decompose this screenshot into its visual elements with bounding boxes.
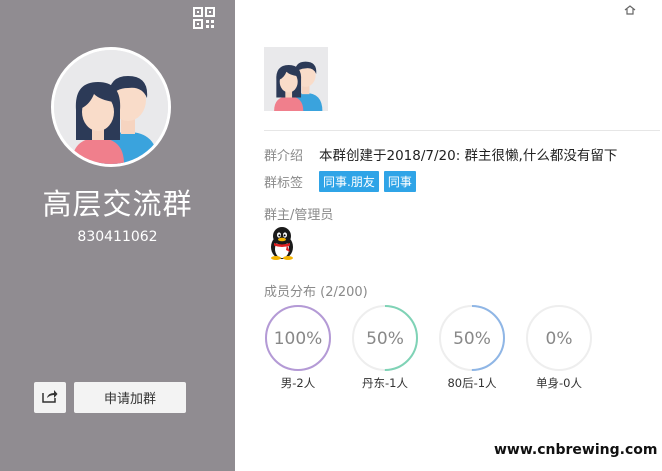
watermark: www.cnbrewing.com (494, 442, 658, 458)
distribution-ring: 50% (351, 304, 419, 372)
group-avatar[interactable] (51, 47, 171, 167)
qq-penguin-icon[interactable] (266, 226, 298, 260)
divider (264, 130, 660, 131)
intro-row: 群介绍 本群创建于2018/7/20: 群主很懒,什么都没有留下 (264, 144, 617, 164)
distribution-ring: 0% (525, 304, 593, 372)
group-id: 830411062 (77, 229, 158, 245)
group-name: 高层交流群 (42, 187, 193, 221)
join-group-button[interactable]: 申请加群 (74, 382, 186, 413)
ring-percent: 50% (366, 329, 404, 349)
ring-label: 丹东-1人 (362, 376, 408, 390)
qr-code-icon[interactable] (193, 7, 215, 29)
share-button[interactable] (34, 382, 66, 413)
ring-label: 单身-0人 (536, 376, 582, 390)
distribution-ring: 50% (438, 304, 506, 372)
distribution-ring: 100% (264, 304, 332, 372)
ring-label: 男-2人 (280, 376, 316, 390)
tag-item[interactable]: 同事.朋友 (319, 171, 379, 192)
intro-text: 本群创建于2018/7/20: 群主很懒,什么都没有留下 (319, 148, 618, 164)
tags-row: 群标签 同事.朋友 同事 (264, 171, 421, 192)
ring-percent: 100% (274, 329, 323, 349)
share-icon (42, 388, 58, 407)
ring-percent: 0% (546, 329, 573, 349)
group-avatar-small (264, 47, 328, 111)
ring-label: 80后-1人 (447, 376, 497, 390)
tag-item[interactable]: 同事 (383, 171, 416, 192)
intro-label: 群介绍 (264, 148, 304, 164)
home-icon[interactable] (624, 0, 636, 15)
tags-label: 群标签 (264, 176, 304, 191)
members-label: 成员分布 (2/200) (264, 285, 368, 300)
group-profile-panel: 高层交流群 830411062 申请加群 (0, 0, 235, 471)
ring-percent: 50% (453, 329, 491, 349)
admins-label: 群主/管理员 (264, 208, 334, 223)
